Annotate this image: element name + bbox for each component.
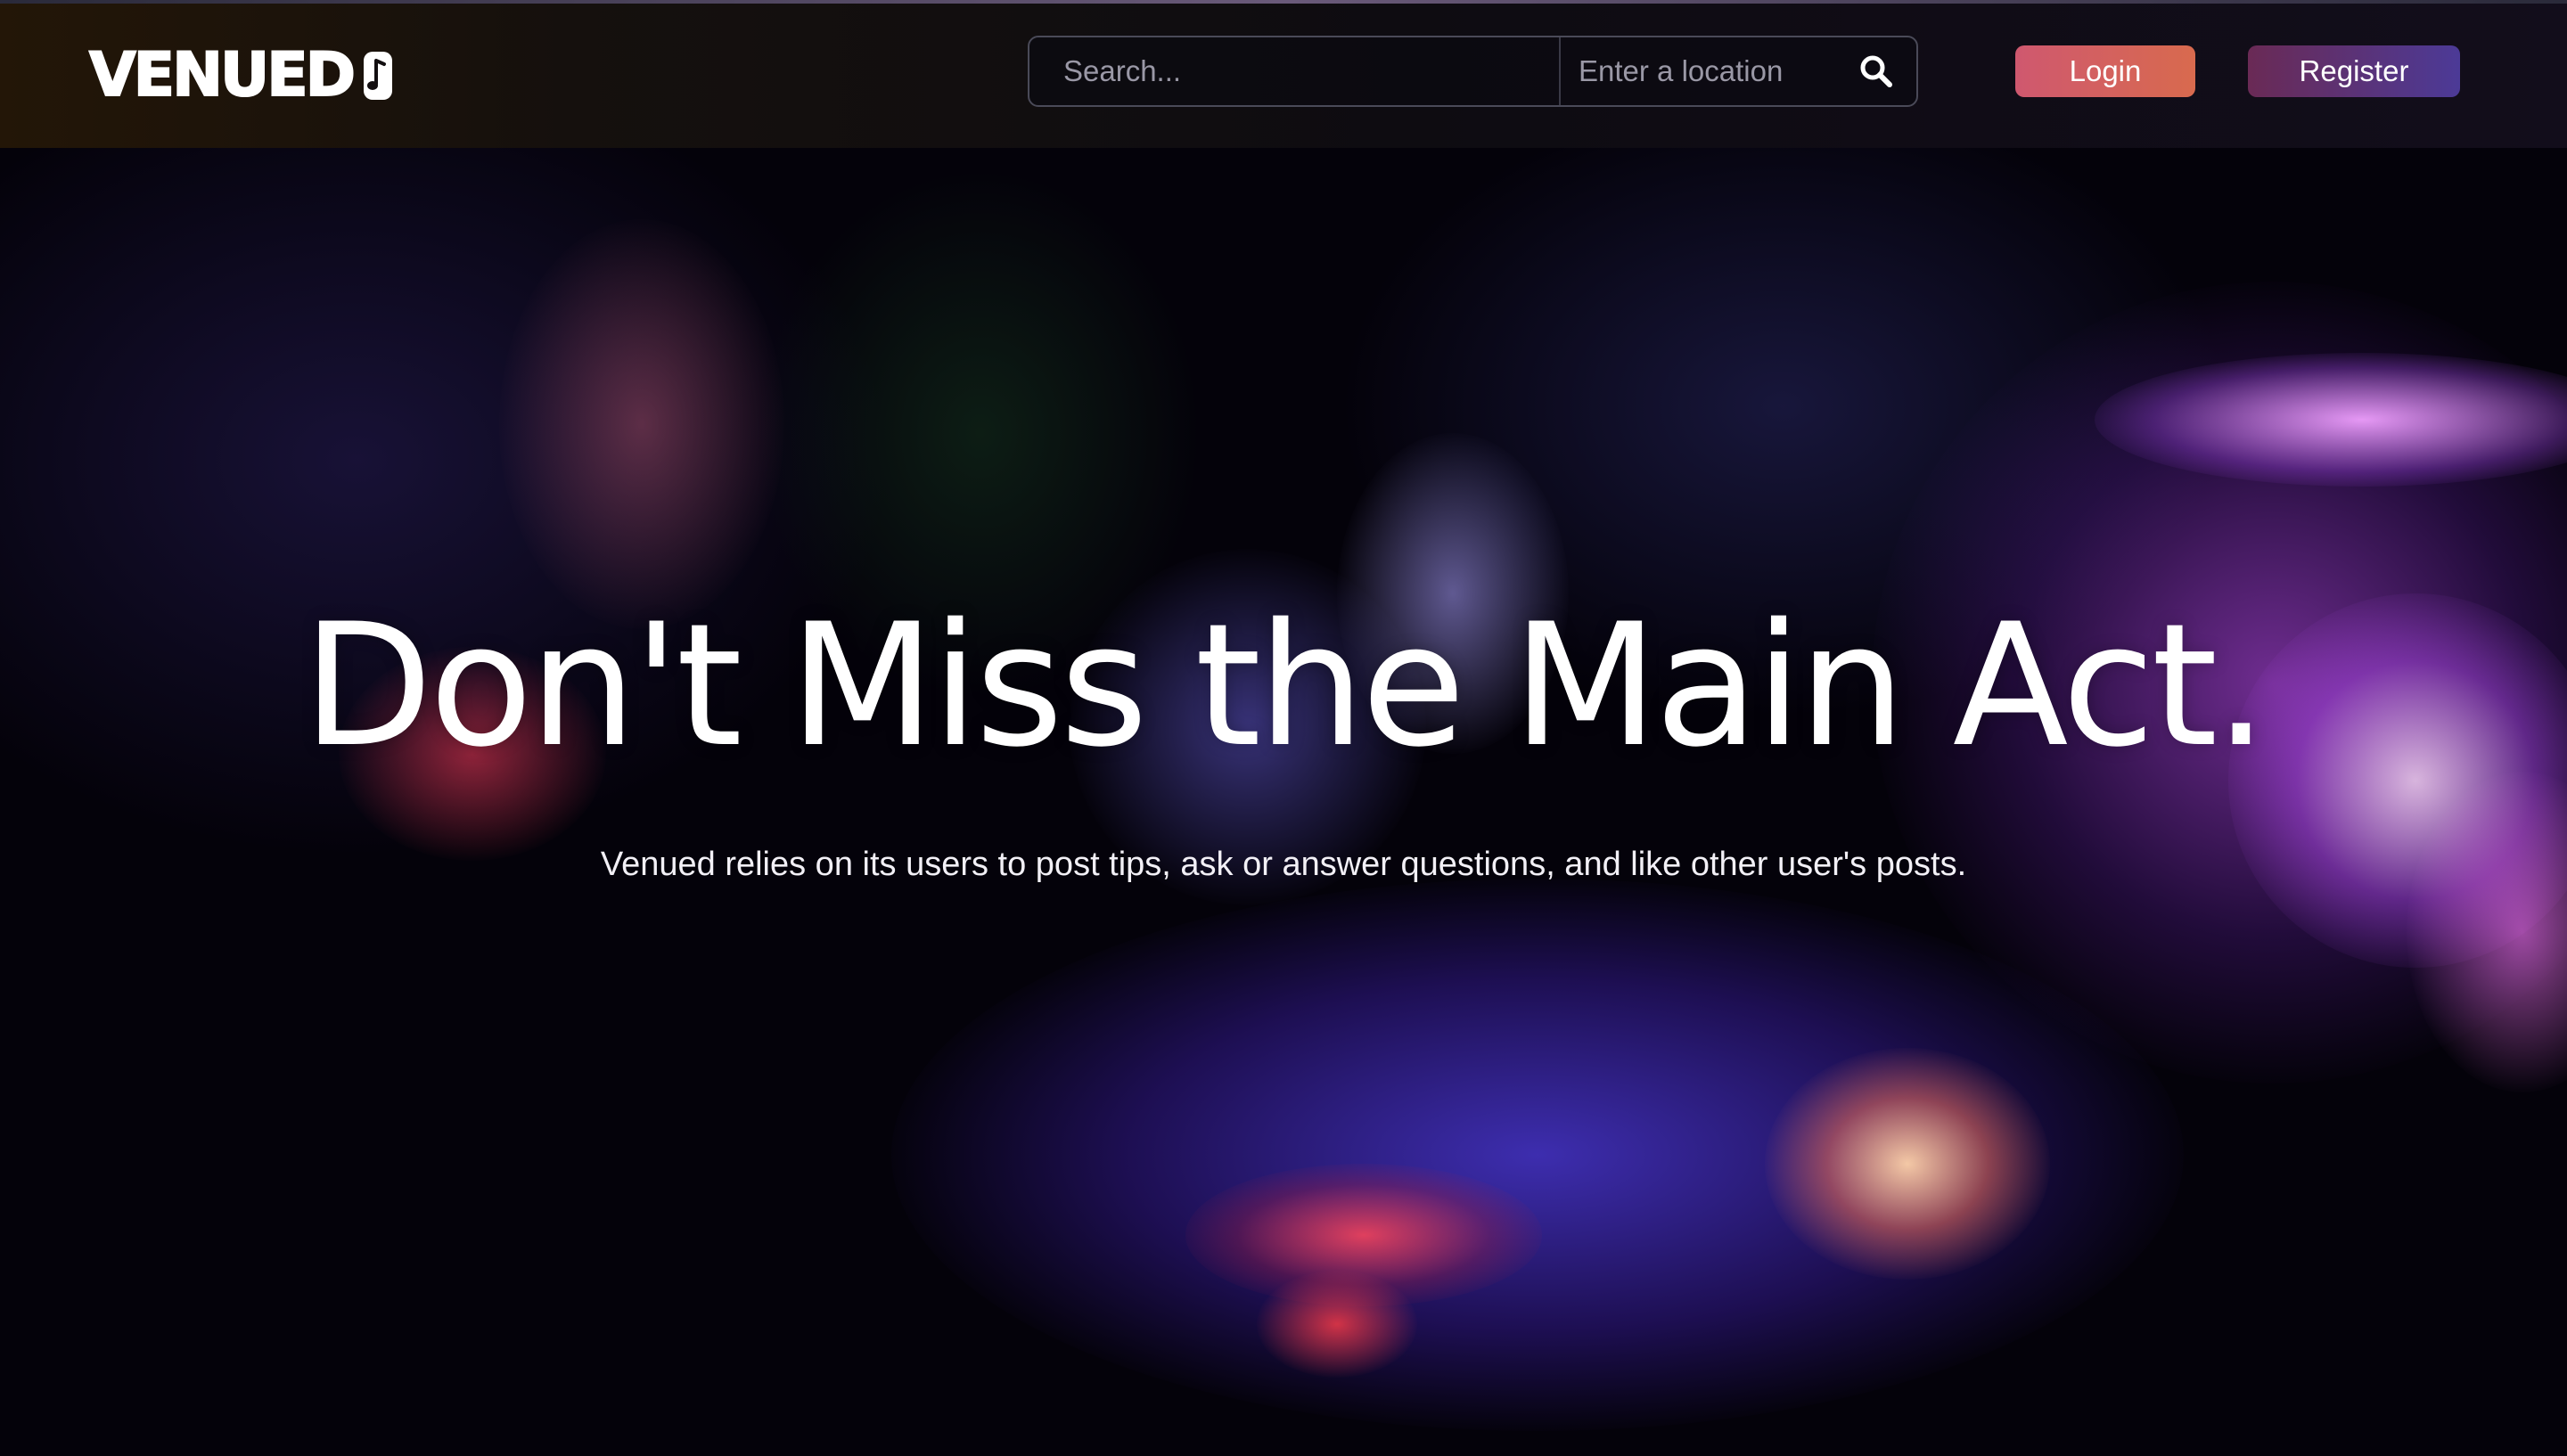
- landing-page: VENUED Search... Enter a location Login …: [0, 0, 2567, 1456]
- hero-subtitle: Venued relies on its users to post tips,…: [600, 846, 1967, 883]
- location-input[interactable]: Enter a location: [1561, 37, 1836, 105]
- hero-background-image: [0, 148, 2567, 1456]
- search-button[interactable]: [1836, 37, 1916, 105]
- search-bar: Search... Enter a location: [1028, 36, 1918, 107]
- top-border: [0, 0, 2567, 4]
- hero-title: Don't Miss the Main Act.: [302, 587, 2268, 784]
- bg-glow: [499, 219, 784, 629]
- logo[interactable]: VENUED: [88, 40, 396, 110]
- bg-glow: [1257, 1271, 1417, 1378]
- search-input[interactable]: Search...: [1029, 37, 1561, 105]
- logo-text: VENUED: [88, 40, 357, 110]
- login-button[interactable]: Login: [2015, 45, 2195, 97]
- music-note-icon: [364, 52, 393, 100]
- bg-glow: [1765, 1048, 2050, 1280]
- search-icon: [1860, 55, 1892, 87]
- register-button[interactable]: Register: [2248, 45, 2460, 97]
- site-header: VENUED Search... Enter a location Login …: [0, 0, 2567, 148]
